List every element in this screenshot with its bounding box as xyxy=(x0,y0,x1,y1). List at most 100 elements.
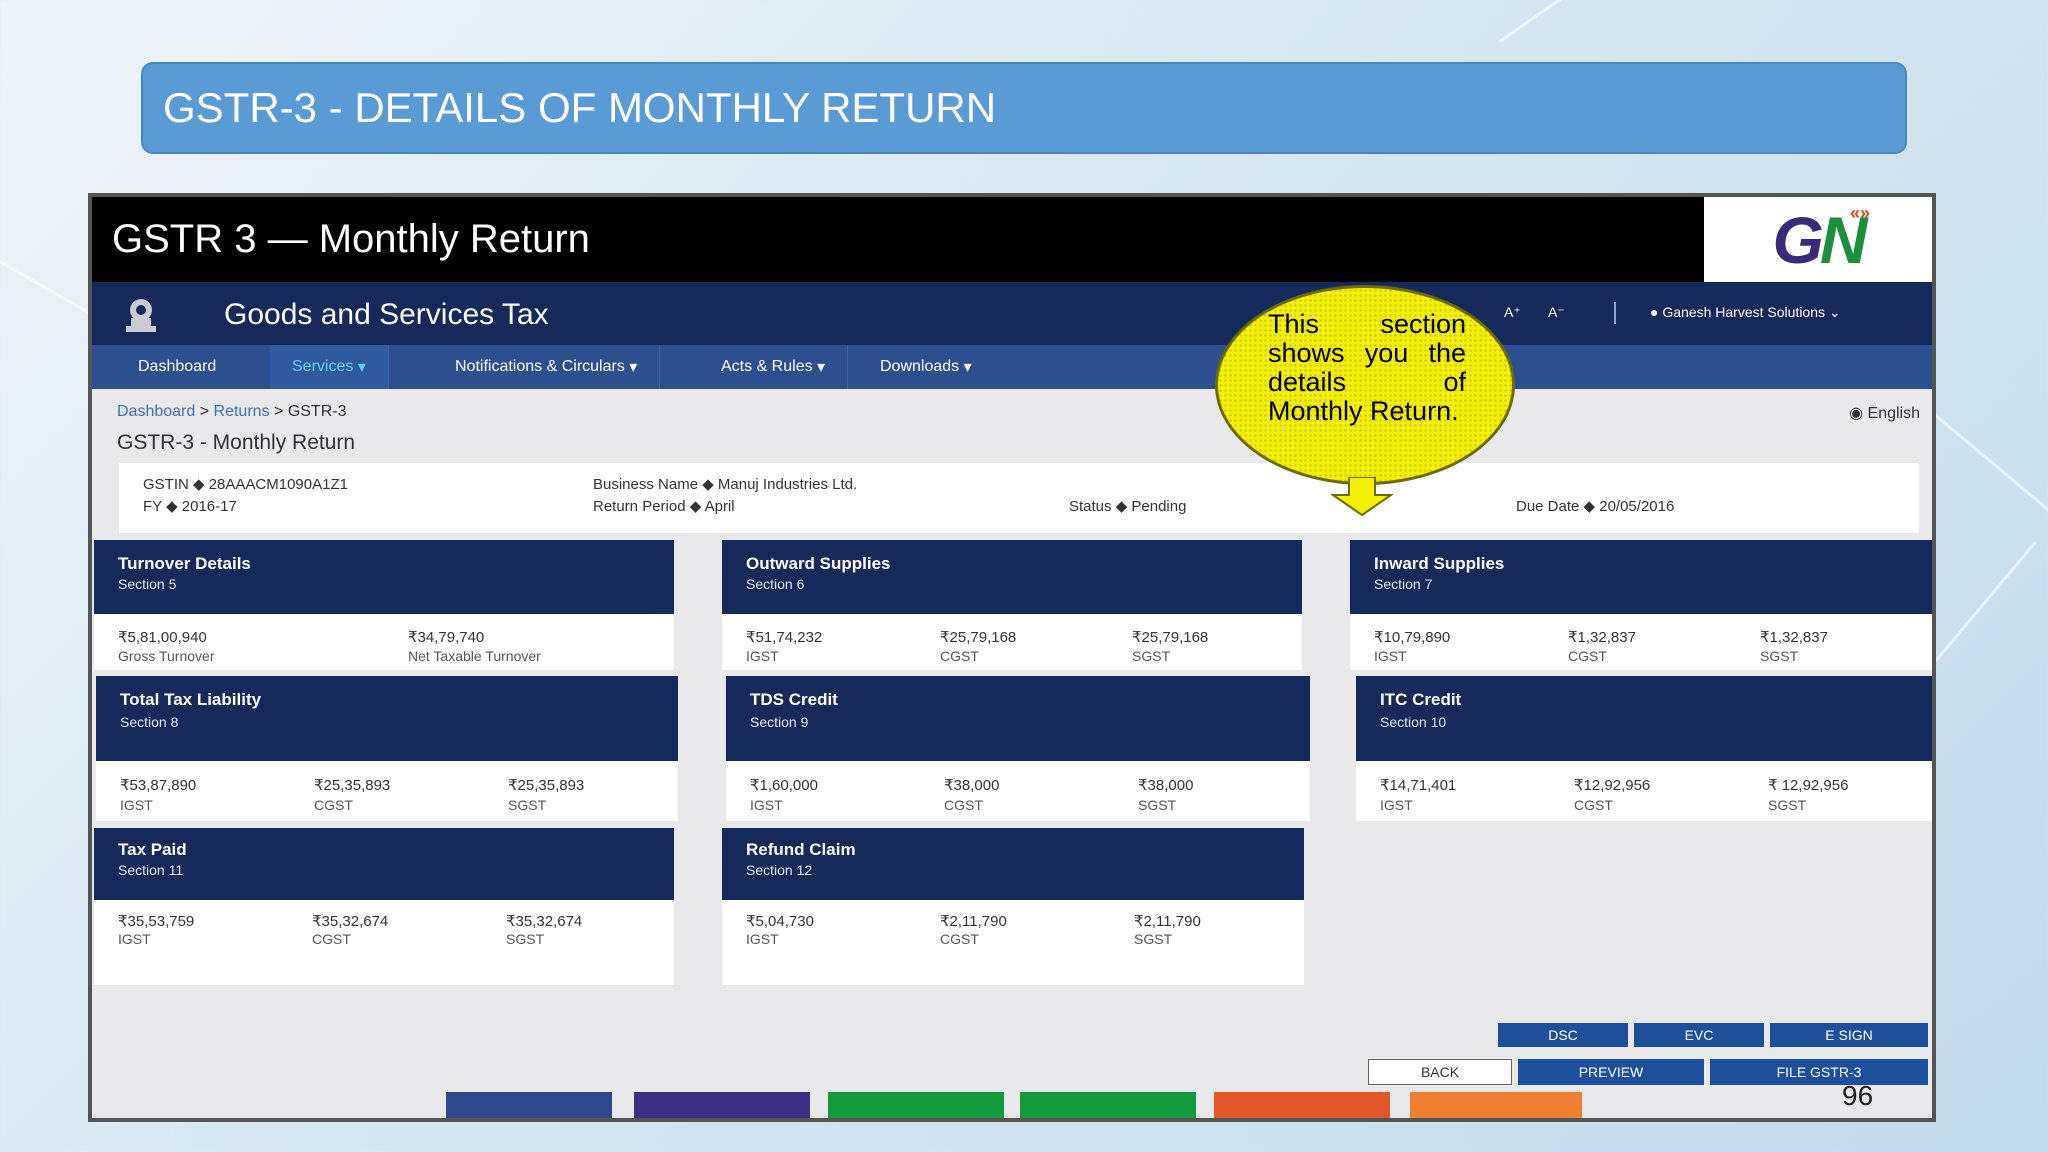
outward-supplies-card[interactable]: Outward Supplies Section 6 ₹51,74,232 IG… xyxy=(722,540,1302,670)
tds-credit-card[interactable]: TDS Credit Section 9 ₹1,60,000 IGST ₹38,… xyxy=(726,676,1310,821)
igst-value: ₹1,60,000 xyxy=(750,777,818,794)
sgst-label: SGST xyxy=(1138,797,1177,813)
total-tax-liability-card[interactable]: Total Tax Liability Section 8 ₹53,87,890… xyxy=(96,676,678,821)
inward-supplies-card[interactable]: Inward Supplies Section 7 ₹10,79,890 IGS… xyxy=(1350,540,1932,670)
igst-label: IGST xyxy=(746,648,779,664)
nav-notifications[interactable]: Notifications & Circulars ▾ xyxy=(433,345,661,389)
card-section: Section 8 xyxy=(120,714,179,730)
card-header: Outward Supplies Section 6 xyxy=(722,540,1302,614)
footer-color-strip xyxy=(446,1092,612,1118)
nav-label: Services xyxy=(292,358,354,375)
preview-button[interactable]: PREVIEW xyxy=(1518,1059,1704,1085)
card-header: Inward Supplies Section 7 xyxy=(1350,540,1932,614)
card-section: Section 7 xyxy=(1374,576,1433,592)
sgst-value: ₹25,79,168 xyxy=(1132,629,1209,646)
igst-label: IGST xyxy=(120,797,153,813)
sgst-label: SGST xyxy=(1134,931,1173,947)
sgst-value: ₹2,11,790 xyxy=(1134,913,1201,930)
slide-page-number: 96 xyxy=(1842,1080,1874,1111)
tax-paid-card[interactable]: Tax Paid Section 11 ₹35,53,759 IGST ₹35,… xyxy=(94,828,674,985)
igst-value: ₹35,53,759 xyxy=(118,913,195,930)
cgst-value: ₹12,92,956 xyxy=(1574,777,1651,794)
gstin-value: GSTIN ◆ 28AAACM1090A1Z1 xyxy=(143,476,348,493)
font-increase-button[interactable]: A⁺ xyxy=(1504,304,1521,321)
net-taxable-turnover-label: Net Taxable Turnover xyxy=(408,648,541,664)
language-label: English xyxy=(1867,405,1920,422)
back-button[interactable]: BACK xyxy=(1368,1059,1512,1085)
sgst-value: ₹25,35,893 xyxy=(508,777,585,794)
chevron-down-icon: ▾ xyxy=(963,359,972,376)
due-date-value: Due Date ◆ 20/05/2016 xyxy=(1516,498,1675,515)
nav-label: Dashboard xyxy=(138,358,217,375)
card-header: ITC Credit Section 10 xyxy=(1356,676,1932,761)
card-title: Total Tax Liability xyxy=(120,690,262,709)
refund-claim-card[interactable]: Refund Claim Section 12 ₹5,04,730 IGST ₹… xyxy=(722,828,1304,985)
sgst-label: SGST xyxy=(1760,648,1799,664)
nav-acts-rules[interactable]: Acts & Rules ▾ xyxy=(699,345,849,389)
chevron-down-icon: ⌄ xyxy=(1828,304,1841,320)
cgst-label: CGST xyxy=(940,648,979,664)
sgst-label: SGST xyxy=(1132,648,1171,664)
file-gstr3-button[interactable]: FILE GSTR-3 xyxy=(1710,1059,1928,1085)
nav-label: Notifications & Circulars xyxy=(455,358,625,375)
nav-downloads[interactable]: Downloads ▾ xyxy=(858,345,994,389)
turnover-details-card[interactable]: Turnover Details Section 5 ₹5,81,00,940 … xyxy=(94,540,674,670)
user-icon: ● xyxy=(1650,304,1659,320)
card-title: TDS Credit xyxy=(750,690,838,709)
down-arrow-icon xyxy=(1331,477,1393,517)
sgst-value: ₹35,32,674 xyxy=(506,913,583,930)
card-header: Tax Paid Section 11 xyxy=(94,828,674,900)
site-name: Goods and Services Tax xyxy=(224,298,549,331)
cgst-label: CGST xyxy=(312,931,351,947)
card-title: Turnover Details xyxy=(118,554,251,573)
page-title: GSTR-3 - Monthly Return xyxy=(117,431,356,454)
portal-screenshot: GSTR 3 — Monthly Return «» GN Goods and … xyxy=(88,193,1936,1122)
status-value: Status ◆ Pending xyxy=(1069,498,1187,515)
fy-value: FY ◆ 2016-17 xyxy=(143,498,237,515)
sgst-value: ₹1,32,837 xyxy=(1760,629,1828,646)
card-header: TDS Credit Section 9 xyxy=(726,676,1310,761)
chevron-down-icon: ▾ xyxy=(357,359,366,376)
nav-dashboard[interactable]: Dashboard xyxy=(116,345,238,389)
card-header: Turnover Details Section 5 xyxy=(94,540,674,614)
card-title: Tax Paid xyxy=(118,840,187,859)
cgst-label: CGST xyxy=(1568,648,1607,664)
card-title: ITC Credit xyxy=(1380,690,1462,709)
header-divider xyxy=(1614,302,1616,324)
nav-services[interactable]: Services ▾ xyxy=(270,345,389,389)
slide-title: GSTR-3 - DETAILS OF MONTHLY RETURN xyxy=(141,62,1907,154)
font-decrease-button[interactable]: A⁻ xyxy=(1548,304,1565,321)
esign-button[interactable]: E SIGN xyxy=(1770,1023,1928,1047)
cgst-value: ₹35,32,674 xyxy=(312,913,389,930)
card-section: Section 12 xyxy=(746,862,813,878)
card-section: Section 6 xyxy=(746,576,805,592)
sgst-value: ₹38,000 xyxy=(1138,777,1194,794)
card-title: Inward Supplies xyxy=(1374,554,1505,573)
card-title: Outward Supplies xyxy=(746,554,891,573)
card-section: Section 9 xyxy=(750,714,809,730)
card-header: Total Tax Liability Section 8 xyxy=(96,676,678,761)
nav-label: Acts & Rules xyxy=(721,358,813,375)
window-title: GSTR 3 — Monthly Return xyxy=(112,217,590,261)
logo-arrows-icon: «» xyxy=(1849,203,1870,223)
nav-label: Downloads xyxy=(880,358,960,375)
breadcrumb-current: GSTR-3 xyxy=(287,403,347,420)
business-name-value: Business Name ◆ Manuj Industries Ltd. xyxy=(593,476,858,493)
igst-value: ₹51,74,232 xyxy=(746,629,823,646)
evc-button[interactable]: EVC xyxy=(1634,1023,1764,1047)
igst-label: IGST xyxy=(1380,797,1413,813)
user-name: Ganesh Harvest Solutions xyxy=(1662,304,1825,320)
breadcrumb-dashboard[interactable]: Dashboard xyxy=(117,403,195,420)
igst-value: ₹53,87,890 xyxy=(120,777,197,794)
card-title: Refund Claim xyxy=(746,840,856,859)
language-selector[interactable]: ◉ English xyxy=(1849,403,1920,423)
itc-credit-card[interactable]: ITC Credit Section 10 ₹14,71,401 IGST ₹1… xyxy=(1356,676,1932,821)
igst-label: IGST xyxy=(1374,648,1407,664)
user-menu[interactable]: ● Ganesh Harvest Solutions ⌄ xyxy=(1650,304,1841,321)
breadcrumb-returns[interactable]: Returns xyxy=(214,403,270,420)
globe-icon: ◉ xyxy=(1849,405,1864,422)
cgst-value: ₹25,35,893 xyxy=(314,777,391,794)
dsc-button[interactable]: DSC xyxy=(1498,1023,1628,1047)
igst-value: ₹10,79,890 xyxy=(1374,629,1451,646)
gsn-logo: «» GN xyxy=(1704,197,1932,282)
